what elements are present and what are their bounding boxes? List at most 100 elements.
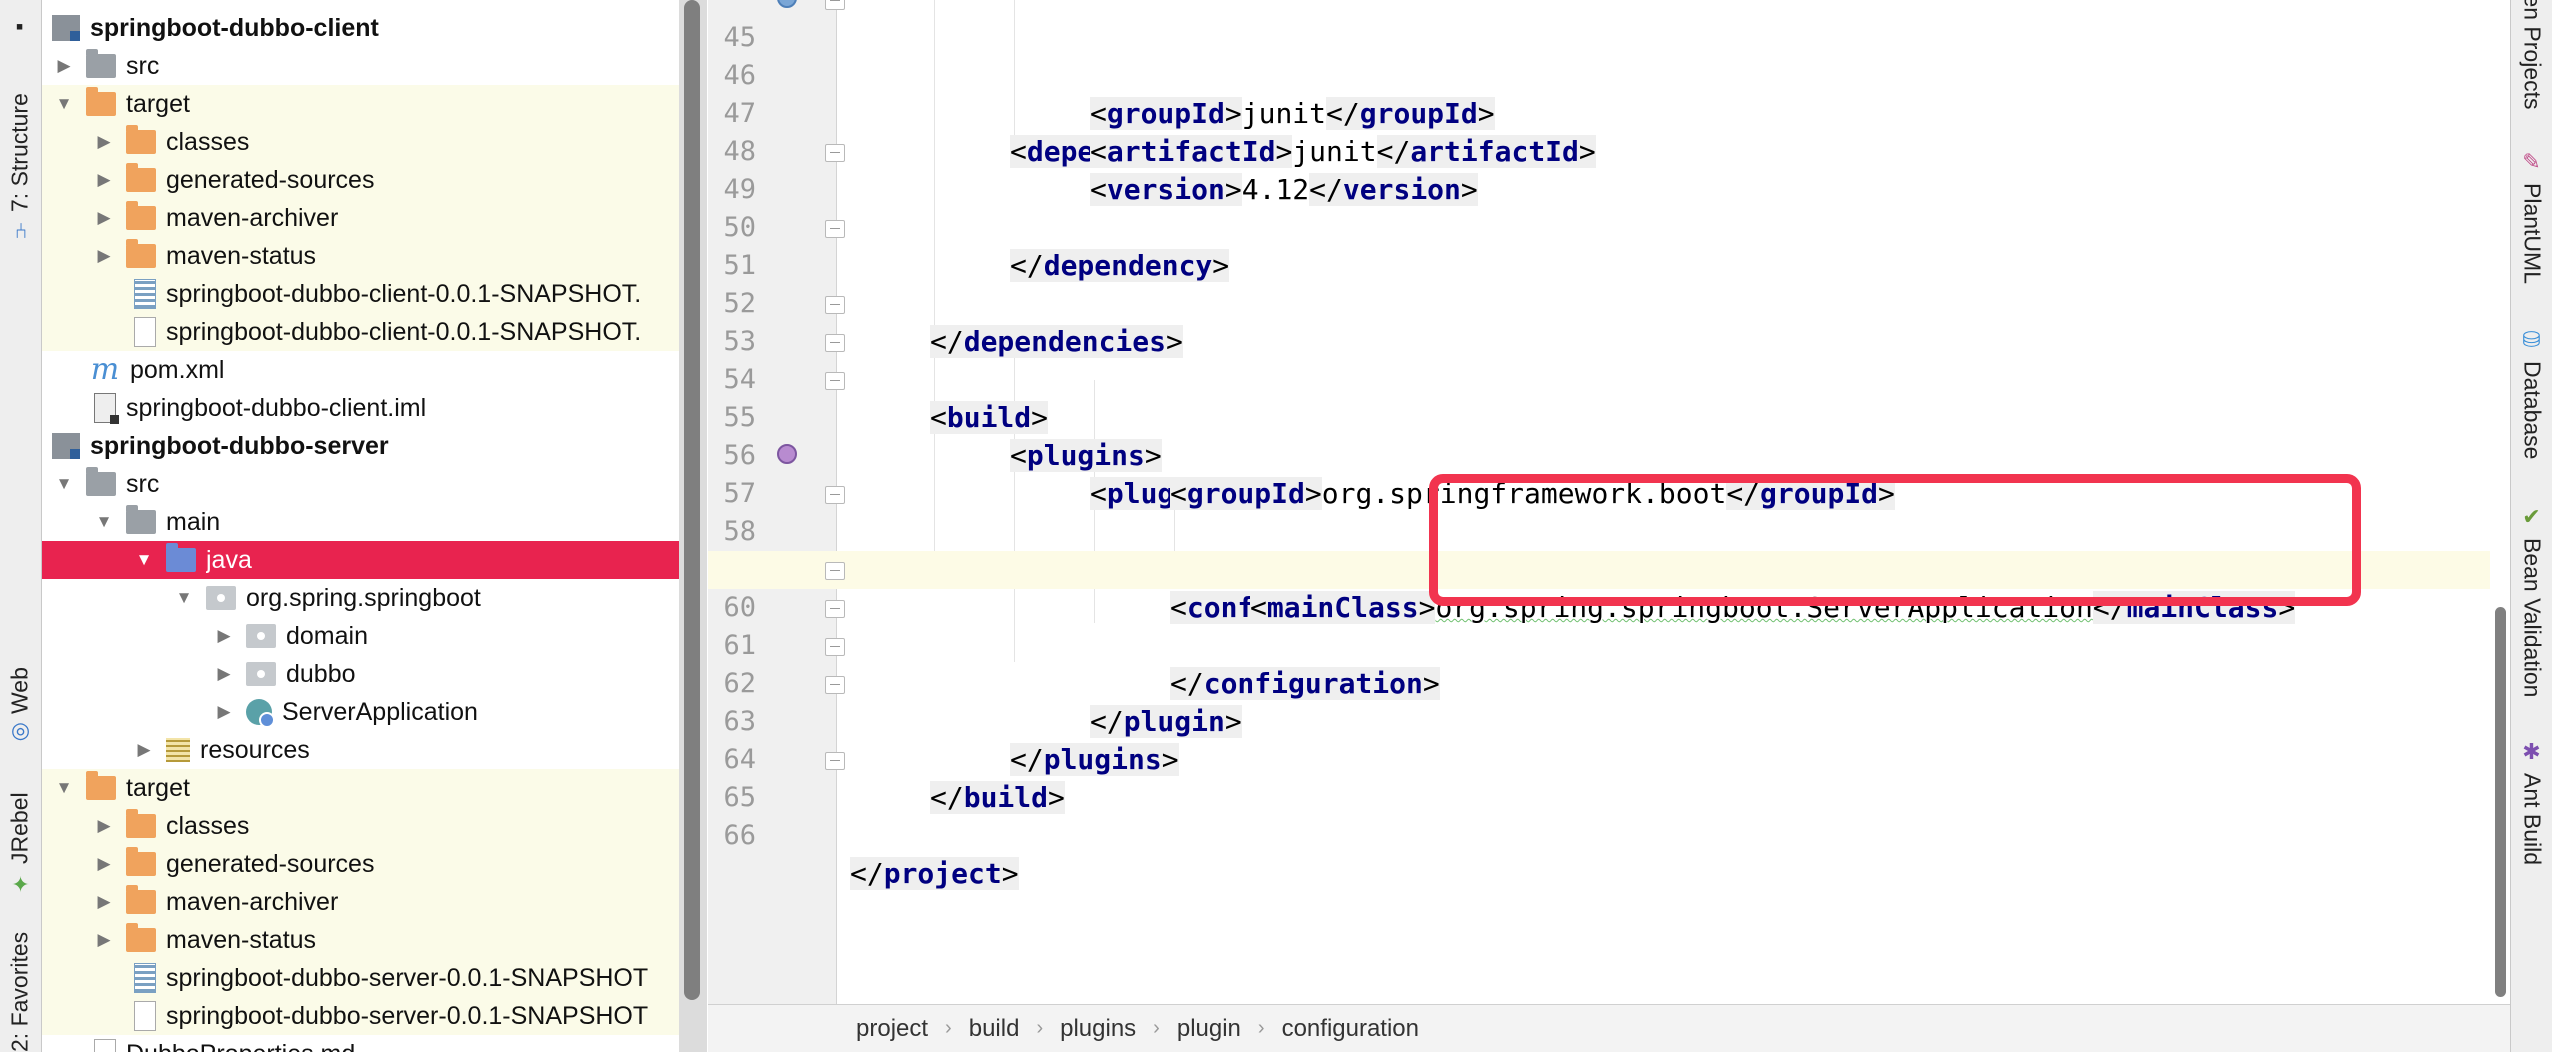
tree-row-resources[interactable]: ▶ resources [42,731,679,769]
expand-arrow-icon[interactable]: ▶ [212,664,236,684]
code-line[interactable]: 46 <groupId>junit</groupId> [708,19,2490,130]
code-line[interactable]: 53 <build> [708,285,2490,434]
tree-row-domain[interactable]: ▶ domain [42,617,679,655]
expand-arrow-icon[interactable]: ▶ [92,892,116,912]
fold-marker-icon[interactable] [825,600,845,618]
tree-row-target[interactable]: ▼ target [42,85,679,123]
expand-arrow-icon[interactable]: ▶ [132,740,156,760]
expand-arrow-icon[interactable]: ▶ [92,930,116,950]
collapse-arrow-icon[interactable]: ▼ [52,474,76,494]
tree-row-client-iml[interactable]: springboot-dubbo-client.iml [42,389,679,427]
overriding-dependency-icon[interactable] [777,444,797,464]
expand-arrow-icon[interactable]: ▶ [92,246,116,266]
tree-scrollbar-thumb[interactable] [684,0,700,1000]
expand-arrow-icon[interactable]: ▶ [92,132,116,152]
breadcrumb-item-plugins[interactable]: plugins [1060,1015,1136,1043]
breadcrumb-item-project[interactable]: project [856,1015,928,1043]
fold-marker-icon[interactable] [825,562,845,580]
maven-dependency-icon[interactable] [777,0,797,8]
code-line[interactable]: 50 [708,171,2490,243]
fold-marker-icon[interactable] [825,752,845,770]
code-line[interactable]: 52 [708,247,2490,319]
fold-marker-icon[interactable] [825,372,845,390]
tree-row-java[interactable]: ▼ java [42,541,679,579]
code-line[interactable]: 56 <groupId>org.springframework.boot</gr… [708,399,2490,510]
fold-marker-icon[interactable] [825,676,845,694]
code-line[interactable]: 62 </plugins> [708,627,2490,776]
code-line[interactable]: 51 </dependencies> [708,209,2490,358]
code-line[interactable]: 55 <plugin> [708,361,2490,510]
tree-row-server-target[interactable]: ▼ target [42,769,679,807]
expand-arrow-icon[interactable]: ▶ [92,170,116,190]
tree-row-server-module[interactable]: springboot-dubbo-server [42,427,679,465]
tree-row-maven-archiver[interactable]: ▶ maven-archiver [42,199,679,237]
tree-row-classes[interactable]: ▶ classes [42,123,679,161]
tree-row-server-maven-status[interactable]: ▶ maven-status [42,921,679,959]
expand-arrow-icon[interactable]: ▶ [92,854,116,874]
tree-row-server-original[interactable]: springboot-dubbo-server-0.0.1-SNAPSHOT [42,997,679,1035]
code-line[interactable]: 66 [708,779,2490,851]
fold-marker-icon[interactable] [825,296,845,314]
tree-row-label: DubboProperties.md [126,1040,355,1052]
code-line[interactable]: 54 <plugins> [708,323,2490,472]
tree-row-main[interactable]: ▼ main [42,503,679,541]
tree-row-server-classes[interactable]: ▶ classes [42,807,679,845]
tree-row-pom[interactable]: m pom.xml [42,351,679,389]
tree-row-server-generated-sources[interactable]: ▶ generated-sources [42,845,679,883]
ant-build-tab[interactable]: ✱ Ant Build [2513,740,2551,880]
collapse-arrow-icon[interactable]: ▼ [52,778,76,798]
code-line[interactable]: 48 <version>4.12</version> [708,95,2490,206]
expand-arrow-icon[interactable]: ▶ [92,816,116,836]
tree-scrollbar[interactable] [679,0,707,1052]
tree-row-client-original[interactable]: springboot-dubbo-client-0.0.1-SNAPSHOT. [42,313,679,351]
expand-arrow-icon[interactable]: ▶ [212,626,236,646]
web-tab[interactable]: ◎ Web [2,660,38,745]
fold-marker-icon[interactable] [825,334,845,352]
code-line[interactable]: 49 </dependency> [708,133,2490,282]
breadcrumb-item-build[interactable]: build [969,1015,1020,1043]
expand-arrow-icon[interactable]: ▶ [52,56,76,76]
maven-projects-tab[interactable]: Maven Projects [2513,0,2551,110]
collapse-arrow-icon[interactable]: ▼ [92,512,116,532]
tree-row-generated-sources[interactable]: ▶ generated-sources [42,161,679,199]
code-line[interactable]: 64 [708,703,2490,775]
tree-row-server-maven-archiver[interactable]: ▶ maven-archiver [42,883,679,921]
fold-marker-icon[interactable] [825,486,845,504]
tree-row-dubbo[interactable]: ▶ dubbo [42,655,679,693]
code-line[interactable]: 45 <dependency> [708,0,2490,168]
bean-validation-tab[interactable]: ✔ Bean Validation [2513,505,2551,705]
breadcrumb-item-configuration[interactable]: configuration [1282,1015,1419,1043]
structure-tab[interactable]: ⑂ 7: Structure [2,80,38,240]
code-line[interactable]: 47 <artifactId>junit</artifactId> [708,57,2490,168]
collapse-arrow-icon[interactable]: ▼ [52,94,76,114]
fold-marker-icon[interactable] [825,0,845,10]
fold-marker-icon[interactable] [825,638,845,656]
expand-arrow-icon[interactable]: ▶ [212,702,236,722]
database-tab[interactable]: ⛁ Database [2513,328,2551,478]
tree-row-server-application[interactable]: ▶ ServerApplication [42,693,679,731]
editor-scrollbar-thumb[interactable] [2495,607,2506,997]
tree-row-server-jar[interactable]: springboot-dubbo-server-0.0.1-SNAPSHOT [42,959,679,997]
fold-marker-icon[interactable] [825,220,845,238]
tree-row-client-jar[interactable]: springboot-dubbo-client-0.0.1-SNAPSHOT. [42,275,679,313]
plantuml-tab[interactable]: ✎ PlantUML [2513,150,2551,300]
fold-marker-icon[interactable] [825,144,845,162]
favorites-tab[interactable]: 2: Favorites [2,920,38,1052]
editor-scrollbar[interactable] [2490,0,2510,1004]
tree-row-maven-status[interactable]: ▶ maven-status [42,237,679,275]
project-tab-stub[interactable]: ▪ [2,0,38,40]
tree-row-label: classes [166,127,250,156]
tree-row-src[interactable]: ▶ src [42,47,679,85]
code-line[interactable]: 65 </project> [708,741,2490,890]
collapse-arrow-icon[interactable]: ▼ [172,588,196,608]
collapse-arrow-icon[interactable]: ▼ [132,550,156,570]
code-line[interactable]: 63 </build> [708,665,2490,814]
jrebel-tab[interactable]: ✦ JRebel [2,780,38,895]
tree-row-client-module[interactable]: springboot-dubbo-client [42,9,679,47]
tree-row-server-src[interactable]: ▼ src [42,465,679,503]
code-line[interactable]: 57 <artifactId>spring-boot-maven-plugin<… [708,437,2490,586]
tree-row-package[interactable]: ▼ org.spring.springboot [42,579,679,617]
tree-row-dubbo-properties[interactable]: DubboProperties.md [42,1035,679,1052]
expand-arrow-icon[interactable]: ▶ [92,208,116,228]
breadcrumb-item-plugin[interactable]: plugin [1177,1015,1241,1043]
